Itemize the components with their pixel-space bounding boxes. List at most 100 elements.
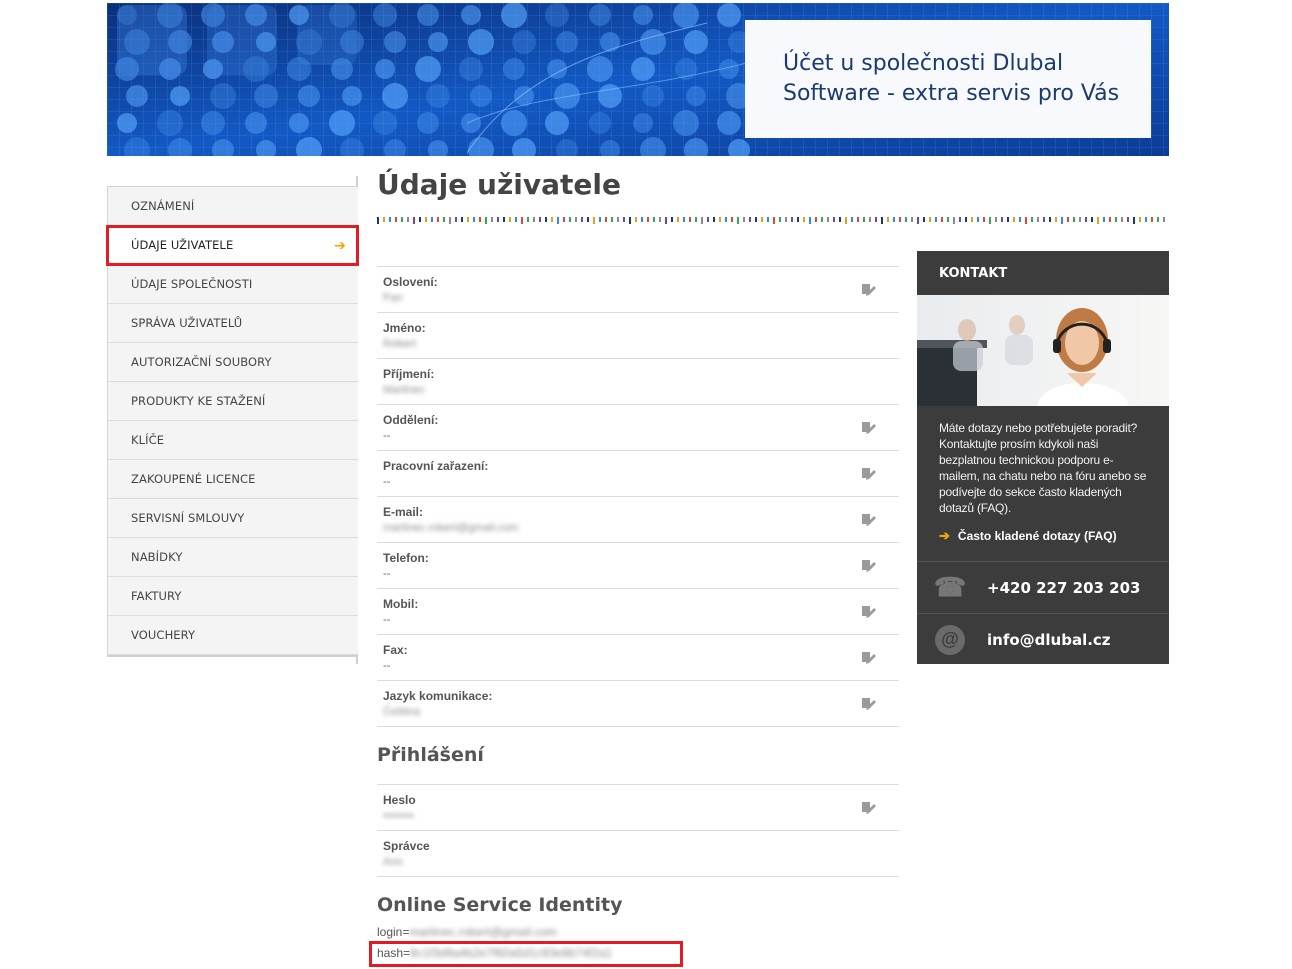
banner-dot [126,85,148,107]
edit-pencil-icon[interactable] [861,281,877,297]
divider-dot [965,217,967,222]
banner-dot [329,110,355,136]
edit-pencil-icon[interactable] [861,649,877,665]
contact-email-row[interactable]: @ info@dlubal.cz [917,613,1169,665]
divider-dot [917,217,919,224]
divider-dot [1031,217,1033,222]
divider-dot [821,217,823,222]
divider-dot [863,217,865,222]
divider-dot [1163,217,1165,222]
banner-dot [600,32,620,52]
edit-pencil-icon[interactable] [861,419,877,435]
edit-pencil-icon[interactable] [861,465,877,481]
divider-dot [935,217,937,222]
faq-link-label: Často kladené dotazy (FAQ) [957,529,1117,543]
sidebar-item[interactable]: Nabídky [108,538,358,577]
divider-dot [767,217,769,222]
divider-dot [899,217,901,222]
field-row: Správce Ano [377,831,899,877]
field-label: Oslovení: [383,275,438,289]
edit-pencil-icon[interactable] [861,511,877,527]
sidebar-item[interactable]: Klíče [108,421,358,460]
divider-dot [695,217,697,222]
divider-dot [773,217,775,224]
divider-dot [413,217,415,224]
divider-dot [629,217,631,224]
sidebar-item[interactable]: Autorizační soubory [108,343,358,382]
divider-dot [623,217,625,222]
banner-dot [428,32,448,52]
divider-dot [605,217,607,222]
divider-dot [611,217,613,222]
banner-dot [245,112,267,134]
divider-dot [563,217,565,222]
divider-dot [545,217,547,222]
banner-dot [673,3,699,28]
contact-phone-row[interactable]: ☎ +420 227 203 203 [917,561,1169,613]
field-row: Oddělení: -- [377,405,899,451]
divider-dot [377,217,379,224]
banner-dot [373,111,397,135]
divider-dot [1025,217,1027,224]
edit-pencil-icon[interactable] [861,557,877,573]
field-row: Pracovní zařazení: -- [377,451,899,497]
banner-dot [417,112,439,134]
divider-dot [671,217,673,222]
login-details-list: Heslo •••••••• Správce Ano [377,784,899,877]
banner-dot [426,84,450,108]
sidebar-item[interactable]: Vouchery [108,616,358,655]
divider-dot [521,217,523,224]
account-sidebar-menu: Oznámení Údaje uživatele ➔ Údaje společnost… [107,186,358,657]
divider-dot [539,217,541,222]
field-value: Čeština [383,706,421,718]
sidebar-item[interactable]: Údaje uživatele ➔ [108,226,358,265]
sidebar-item[interactable]: Správa uživatelů [108,304,358,343]
divider-dot [1085,217,1087,222]
sidebar-item[interactable]: Zakoupené licence [108,460,358,499]
divider-dot [719,217,721,222]
header-banner: Účet u společnosti Dlubal Software - ext… [107,3,1169,156]
divider-dot [479,217,481,222]
divider-dot [503,217,505,222]
page-title: Údaje uživatele [377,168,621,201]
sidebar-item[interactable]: Produkty ke stažení [108,382,358,421]
divider-dot [431,217,433,222]
divider-dot [581,217,583,222]
banner-dot [512,30,536,54]
divider-dot [785,217,787,222]
divider-dot [809,217,811,224]
divider-dot [791,217,793,222]
banner-dot [459,57,483,81]
field-value: Martinec [383,384,426,396]
sidebar-item[interactable]: Oznámení [108,187,358,226]
divider-dot [551,217,553,222]
divider-dot [1049,217,1051,222]
divider-dot [509,217,511,222]
field-value: -- [383,430,391,442]
sidebar-item[interactable]: Faktury [108,577,358,616]
osi-hash-value: 8c1f3d9a4b2e7f60a5d1c93e8b74f2a1 [410,946,613,960]
field-label: Heslo [383,793,416,807]
banner-dot [461,5,481,25]
sidebar-item-label: Servisní smlouvy [131,511,245,525]
edit-pencil-icon[interactable] [861,799,877,815]
banner-dot [673,110,699,136]
divider-dot [1109,217,1111,222]
arrow-right-icon: ➔ [334,238,346,254]
divider-dot [689,217,691,222]
field-value: Robert [383,338,417,350]
divider-dot [1043,217,1045,222]
divider-dot [683,217,685,222]
osi-section-title: Online Service Identity [377,894,623,916]
divider-dot [851,217,853,222]
osi-hash-prefix: hash= [377,946,411,960]
edit-pencil-icon[interactable] [861,695,877,711]
faq-link[interactable]: ➔ Často kladené dotazy (FAQ) [917,516,1169,544]
contact-description: Máte dotazy nebo potřebujete poradit? Ko… [939,421,1147,515]
sidebar-item[interactable]: Údaje společnosti [108,265,358,304]
sidebar-item[interactable]: Servisní smlouvy [108,499,358,538]
field-row: Telefon: -- [377,543,899,589]
field-value: martinec.robert@gmail.com [383,522,519,534]
field-row: E-mail: martinec.robert@gmail.com [377,497,899,543]
edit-pencil-icon[interactable] [861,603,877,619]
